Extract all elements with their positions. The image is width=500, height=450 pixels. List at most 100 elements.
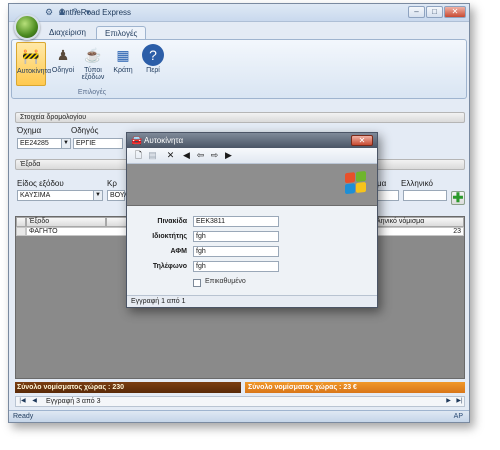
dialog-title: Αυτοκίνητα [144, 136, 184, 145]
grid-cell-euro[interactable]: 23 [366, 227, 464, 236]
status-bar: Ready AP [9, 410, 469, 422]
drivers-button[interactable]: ♟ Οδηγοί [48, 42, 78, 86]
owner-field[interactable]: fgh [193, 231, 279, 242]
expense-type-value: ΚΑΥΣΙΜΑ [20, 192, 51, 199]
trailer-checkbox[interactable] [193, 279, 201, 287]
dialog-record-text: Εγγραφή 1 από 1 [131, 298, 186, 305]
next-record-icon[interactable]: ▶ [444, 397, 453, 406]
expense-types-button-label: Τύποι εξόδων [81, 67, 105, 81]
tax-id-field[interactable]: fgh [193, 246, 279, 257]
grid-header-expense[interactable]: Έξοδο [26, 217, 106, 227]
local-total-bar: Σύνολο νομίσματος χώρας : 230 [15, 382, 241, 393]
maximize-button[interactable]: □ [426, 6, 443, 18]
vehicles-button-label: Αυτοκίνητα [17, 68, 52, 75]
status-text: Ready [13, 413, 34, 420]
plus-icon: ✚ [452, 190, 464, 205]
plate-value: EEK3811 [196, 218, 226, 225]
country-label: Κρ [107, 179, 117, 188]
amount-field[interactable] [375, 190, 399, 201]
expense-type-label: Είδος εξόδου [17, 179, 64, 188]
expense-type-combo[interactable]: ΚΑΥΣΙΜΑ ▼ [17, 190, 103, 201]
trip-section-header: Στοιχεία δρομολογίου [15, 112, 465, 123]
phone-field[interactable]: fgh [193, 261, 279, 272]
window-controls: – □ ✕ [408, 6, 466, 18]
dialog-toolbar: 🗋 ▤ ✕ ◀ ⇦ ⇨ ▶ [127, 148, 377, 164]
vehicle-label: Όχημα [17, 126, 42, 135]
expense-types-button[interactable]: ☕ Τύποι εξόδων [78, 42, 108, 86]
vehicle-combo[interactable]: EE24285 ▼ [17, 138, 71, 149]
chevron-down-icon[interactable]: ▼ [61, 139, 70, 148]
quick-access-toolbar: ⚙ ♟ ? ▾ [44, 7, 93, 18]
about-button-label: Περί [146, 67, 160, 74]
warning-person-icon: 🚧 [22, 48, 40, 64]
trailer-checkbox-label: Επικαθυμένο [205, 278, 246, 285]
delete-record-icon[interactable]: ✕ [165, 150, 176, 161]
help-icon: ? [142, 44, 164, 66]
ribbon-panel: 🚧 Αυτοκίνητα ♟ Οδηγοί ☕ Τύποι εξόδων ▦ Κ… [11, 39, 467, 99]
group-label: Επιλογές [77, 89, 107, 96]
dialog-record-status: Εγγραφή 1 από 1 [127, 295, 377, 307]
vehicle-value: EE24285 [20, 140, 49, 147]
owner-label: Ιδιοκτήτης [152, 233, 187, 240]
app-window: OntheRoad Express – □ ✕ ⚙ ♟ ? ▾ Διαχείρι… [8, 3, 470, 423]
first-arrow-icon[interactable]: ◀ [181, 150, 192, 161]
help-small-icon[interactable]: ? [70, 7, 80, 18]
plate-label: Πινακίδα [157, 218, 187, 225]
chevron-down-icon[interactable]: ▼ [93, 191, 102, 200]
save-record-icon[interactable]: ▤ [147, 150, 158, 161]
driver-combo[interactable]: ΕΡΓΙΕ [73, 138, 123, 149]
tab-options[interactable]: Επιλογές [96, 26, 147, 40]
phone-value: fgh [196, 263, 206, 270]
app-menu-orb-icon[interactable] [14, 14, 40, 40]
record-navigator: |◀ ◀ Εγγραφή 3 από 3 ▶ ▶| [15, 396, 465, 407]
driver-icon: ♟ [56, 47, 70, 63]
amount-label: μα [377, 179, 387, 188]
country-combo[interactable]: ΒΟΥΛ [107, 190, 129, 201]
driver-value: ΕΡΓΙΕ [76, 140, 96, 147]
countries-icon: ▦ [116, 47, 130, 63]
close-button[interactable]: ✕ [444, 6, 466, 18]
next-arrow-icon[interactable]: ⇨ [209, 150, 220, 161]
owner-value: fgh [196, 233, 206, 240]
record-position: Εγγραφή 3 από 3 [46, 398, 101, 405]
status-right-text: AP [453, 413, 463, 420]
settings-icon[interactable]: ⚙ [44, 7, 54, 18]
euro-field[interactable] [403, 190, 447, 201]
new-record-icon[interactable]: 🗋 [133, 150, 144, 161]
euro-label: Ελληνικό [401, 179, 433, 188]
expense-types-icon: ☕ [84, 47, 102, 63]
dialog-banner [127, 164, 377, 206]
previous-arrow-icon[interactable]: ⇦ [195, 150, 206, 161]
grid-cell-euro-text: 23 [453, 228, 461, 235]
vehicles-button[interactable]: 🚧 Αυτοκίνητα [16, 42, 51, 86]
customize-dropdown-icon[interactable]: ▾ [83, 7, 93, 18]
dialog-title-bar[interactable]: 🚘 Αυτοκίνητα ✕ [127, 133, 377, 148]
minimize-button[interactable]: – [408, 6, 425, 18]
options-group: 🚧 Αυτοκίνητα ♟ Οδηγοί ☕ Τύποι εξόδων ▦ Κ… [16, 42, 168, 97]
tax-id-label: ΑΦΜ [170, 248, 187, 255]
dialog-close-button[interactable]: ✕ [351, 135, 373, 146]
countries-button[interactable]: ▦ Κράτη [108, 42, 138, 86]
euro-total-bar: Σύνολο νομίσματος χώρας : 23 € [245, 382, 465, 393]
grid-header-expense-text: Έξοδο [29, 218, 50, 225]
table-row-selector[interactable] [16, 227, 26, 236]
windows-logo-icon [345, 170, 367, 195]
vehicles-dialog: 🚘 Αυτοκίνητα ✕ 🗋 ▤ ✕ ◀ ⇦ ⇨ ▶ Πινακίδα EE… [126, 132, 378, 308]
last-arrow-icon[interactable]: ▶ [223, 150, 234, 161]
drivers-button-label: Οδηγοί [51, 67, 75, 74]
previous-record-icon[interactable]: ◀ [30, 397, 39, 406]
grid-cell-expense: ΦΑΓΗΤΟ [29, 228, 58, 235]
phone-label: Τηλέφωνο [152, 263, 187, 270]
about-button[interactable]: ? Περί [138, 42, 168, 86]
car-icon: 🚘 [131, 135, 143, 145]
ribbon-tabs: Διαχείριση Επιλογές [41, 26, 147, 40]
driver-label: Οδηγός [71, 126, 99, 135]
user-icon[interactable]: ♟ [57, 7, 67, 18]
plate-field[interactable]: EEK3811 [193, 216, 279, 227]
last-record-icon[interactable]: ▶| [455, 397, 464, 406]
countries-button-label: Κράτη [113, 67, 133, 74]
add-expense-button[interactable]: ✚ [451, 191, 465, 205]
grid-header-euro[interactable]: Ελληνικό νόμισμα [366, 217, 464, 227]
first-record-icon[interactable]: |◀ [18, 397, 27, 406]
tab-management[interactable]: Διαχείριση [41, 26, 94, 40]
